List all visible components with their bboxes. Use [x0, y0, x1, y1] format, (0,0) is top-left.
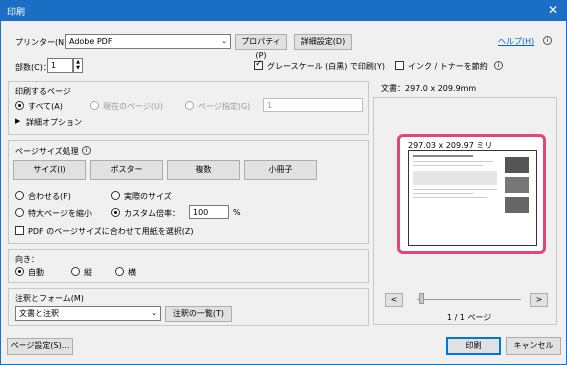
orientation-title: 向き：	[15, 255, 39, 264]
comments-summary-button[interactable]: 注釈の一覧(T)	[165, 306, 232, 322]
orientation-panel	[8, 249, 369, 283]
auto-orientation-radio[interactable]	[15, 267, 24, 276]
copies-spinner[interactable]: ▲ ▼	[73, 58, 83, 73]
chevron-down-icon: ⌄	[221, 37, 227, 45]
percent-label: %	[233, 208, 241, 217]
printer-select[interactable]: Adobe PDF ⌄	[65, 34, 231, 49]
portrait-label: 縦	[84, 268, 92, 277]
help-info-icon[interactable]: i	[543, 36, 552, 45]
window-title: 印刷	[7, 8, 26, 18]
custom-scale-input[interactable]: 100	[189, 205, 229, 219]
page-thumbnail	[408, 150, 537, 246]
saveink-info-icon[interactable]: i	[494, 61, 503, 70]
sizing-info-icon[interactable]: i	[82, 146, 91, 155]
thumb-text-line	[413, 155, 473, 157]
printer-value: Adobe PDF	[69, 37, 113, 46]
grayscale-checkbox[interactable]	[254, 59, 263, 70]
copies-label: 部数(C)：	[15, 63, 51, 72]
custom-scale-radio[interactable]	[111, 208, 120, 217]
sizing-title: ページサイズ処理	[15, 147, 79, 156]
actual-size-radio[interactable]	[111, 191, 120, 200]
thumb-text-line	[413, 197, 487, 198]
landscape-label: 横	[128, 268, 136, 277]
comments-value: 文書と注釈	[19, 309, 59, 318]
tab-multiple[interactable]: 複数	[167, 160, 240, 180]
shrink-label: 特大ページを縮小	[28, 209, 92, 218]
tab-poster[interactable]: ポスター	[90, 160, 163, 180]
page-range-label: ページ指定(G)	[198, 102, 251, 111]
page-setup-button[interactable]: ページ設定(S)...	[7, 338, 73, 355]
grayscale-label: グレースケール (白黒) で印刷(Y)	[267, 62, 386, 71]
page-indicator: 1 / 1 ページ	[447, 313, 492, 322]
caret-right-icon[interactable]: ▶	[15, 117, 20, 125]
more-options-label[interactable]: 詳細オプション	[26, 117, 82, 128]
current-page-radio[interactable]	[90, 101, 99, 110]
page-range-value: 1	[267, 101, 273, 110]
page-range-input[interactable]: 1	[263, 98, 363, 112]
help-link[interactable]: ヘルプ(H)	[498, 36, 534, 47]
saveink-label: インク / トナーを節約	[408, 62, 488, 71]
comments-select[interactable]: 文書と注釈 ⌄	[15, 306, 161, 321]
current-page-label: 現在のページ(U)	[103, 102, 163, 111]
page-range-radio[interactable]	[185, 101, 194, 110]
pages-title: 印刷するページ	[15, 87, 71, 96]
print-dialog: 印刷 ✕ プリンター(N)： Adobe PDF ⌄ プロパティ(P) 詳細設定…	[0, 0, 567, 365]
landscape-radio[interactable]	[115, 267, 124, 276]
thumb-text-line	[413, 189, 497, 190]
cancel-button[interactable]: キャンセル	[506, 337, 561, 355]
custom-scale-label: カスタム倍率：	[124, 209, 180, 218]
saveink-checkbox[interactable]	[395, 61, 404, 70]
all-pages-label: すべて(A)	[28, 102, 63, 111]
prev-page-button[interactable]: <	[385, 293, 403, 307]
thumb-image	[505, 177, 529, 193]
tab-size[interactable]: サイズ(I)	[13, 160, 86, 180]
thumb-text-line	[413, 161, 493, 162]
paper-by-pdf-checkbox[interactable]	[15, 226, 24, 235]
portrait-radio[interactable]	[71, 267, 80, 276]
thumb-text-line	[413, 165, 483, 166]
close-icon[interactable]: ✕	[548, 3, 558, 17]
page-slider-track[interactable]	[417, 299, 521, 300]
actual-size-label: 実際のサイズ	[124, 192, 172, 201]
all-pages-radio[interactable]	[15, 101, 24, 110]
title-bar: 印刷 ✕	[1, 1, 566, 21]
document-size: 文書：297.0 x 209.9mm	[381, 84, 477, 93]
fit-radio[interactable]	[15, 191, 24, 200]
page-slider-thumb[interactable]	[419, 293, 424, 304]
chevron-down-icon: ⌄	[151, 309, 157, 317]
preview-highlight: 297.03 x 209.97 ミリ	[397, 134, 546, 254]
thumb-text-line	[413, 193, 473, 194]
print-button[interactable]: 印刷	[446, 337, 501, 355]
thumb-image	[505, 197, 529, 213]
custom-scale-value: 100	[193, 208, 209, 217]
comments-title: 注釈とフォーム(M)	[15, 294, 84, 303]
shrink-radio[interactable]	[15, 208, 24, 217]
tab-booklet[interactable]: 小冊子	[244, 160, 317, 180]
thumb-image	[505, 157, 529, 173]
fit-label: 合わせる(F)	[28, 192, 71, 201]
next-page-button[interactable]: >	[530, 293, 548, 307]
copies-value: 1	[51, 61, 57, 70]
auto-orientation-label: 自動	[28, 268, 44, 277]
advanced-button[interactable]: 詳細設定(D)	[294, 34, 352, 50]
properties-button[interactable]: プロパティ(P)	[235, 34, 287, 60]
paper-by-pdf-label: PDF のページサイズに合わせて用紙を選択(Z)	[28, 227, 194, 236]
thumb-block	[413, 171, 497, 185]
copies-input[interactable]: 1	[47, 58, 73, 73]
